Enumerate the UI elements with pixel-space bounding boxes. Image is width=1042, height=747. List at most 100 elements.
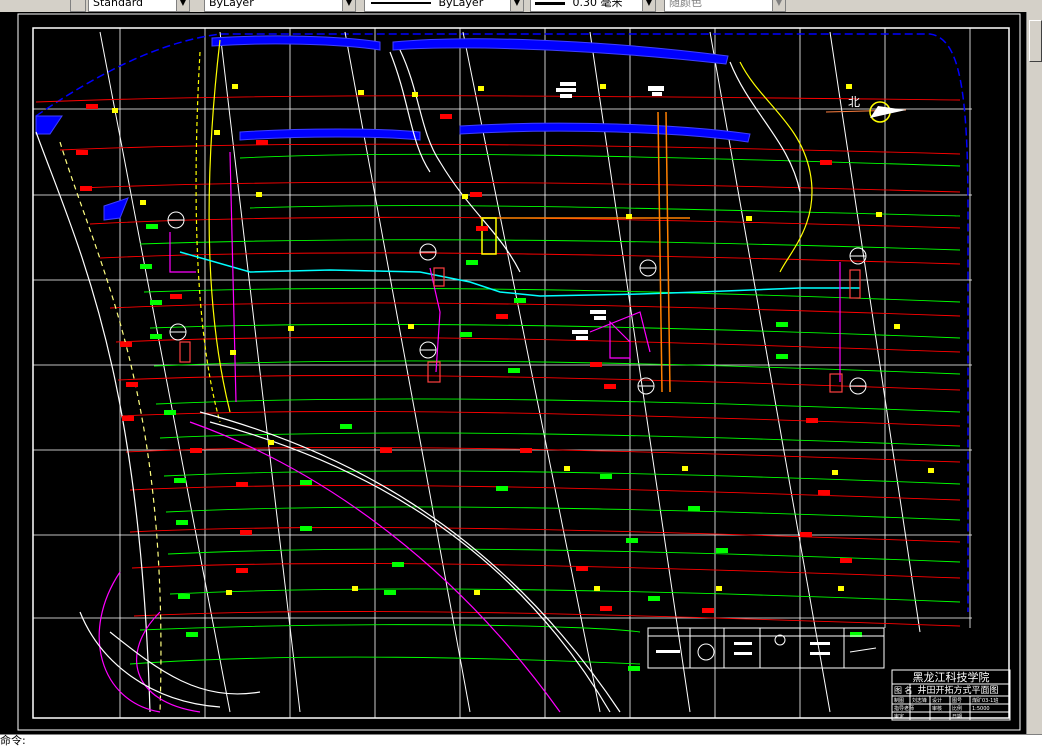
contour-label-marker <box>600 474 612 479</box>
contour-label-marker <box>600 84 606 89</box>
lineweight-dropdown[interactable]: 0.30 毫米 ▼ <box>530 0 656 12</box>
contour-label-marker <box>478 86 484 91</box>
contour-label-marker <box>86 104 98 109</box>
contour-label-marker <box>626 538 638 543</box>
chevron-down-icon: ▼ <box>772 0 785 11</box>
linetype-swatch <box>371 2 431 4</box>
contour-label-marker <box>716 586 722 591</box>
contour-label-marker <box>408 324 414 329</box>
contour-label-marker <box>838 586 844 591</box>
tb-r2c1: 指导老师 <box>894 705 914 712</box>
legend-blocks <box>556 82 664 340</box>
contour-label-marker <box>800 532 812 537</box>
contour-label-marker <box>186 632 198 637</box>
school-name: 黑龙江科技学院 <box>913 670 990 684</box>
contour-label-marker <box>840 558 852 563</box>
contour-label-marker <box>384 590 396 595</box>
contour-label-marker <box>626 214 632 219</box>
contour-label-marker <box>820 160 832 165</box>
linetype-dropdown[interactable]: ByLayer ▼ <box>364 0 524 12</box>
lineweight-value: 0.30 毫米 <box>572 0 623 9</box>
text-style-dropdown[interactable]: Standard ▼ <box>88 0 190 12</box>
tb-r3c4: 日期 <box>952 714 962 720</box>
scrollbar-thumb[interactable] <box>1029 20 1042 62</box>
command-line[interactable]: 命令: <box>0 734 1042 747</box>
contour-label-marker <box>112 108 118 113</box>
shaft-roadways <box>480 111 690 393</box>
contour-label-marker <box>876 212 882 217</box>
contour-label-marker <box>514 298 526 303</box>
plot-style-dropdown[interactable]: 随颜色 ▼ <box>664 0 786 12</box>
contour-label-marker <box>746 216 752 221</box>
layer-dropdown[interactable]: ByLayer ▼ <box>204 0 356 12</box>
contour-label-marker <box>688 506 700 511</box>
contour-label-marker <box>818 490 830 495</box>
contour-label-marker <box>832 470 838 475</box>
contour-label-marker <box>174 478 186 483</box>
contour-label-marker <box>648 596 660 601</box>
tb-r3c1: 审定 <box>894 713 904 720</box>
contour-label-marker <box>150 300 162 305</box>
tb-r1c4: 图号 <box>952 698 962 704</box>
contour-label-marker <box>564 466 570 471</box>
contour-label-marker <box>604 384 616 389</box>
contour-label-marker <box>776 322 788 327</box>
legend-table <box>647 627 885 669</box>
contour-label-marker <box>806 418 818 423</box>
contour-label-marker <box>380 448 392 453</box>
red-workings <box>179 267 861 393</box>
contour-label-marker <box>300 526 312 531</box>
text-style-icon[interactable] <box>70 0 86 12</box>
contour-label-marker <box>474 590 480 595</box>
contour-label-marker <box>440 114 452 119</box>
tb-r1c3: 设计 <box>932 697 942 704</box>
red-contours <box>35 95 961 627</box>
contour-label-marker <box>476 226 488 231</box>
cad-drawing: 北 黑龙江科技学院 图 名 井田开拓方式平面图 制图 刘志锋 设计 图号 煤矿0… <box>17 13 1021 731</box>
contour-label-marker <box>140 264 152 269</box>
vertical-scrollbar[interactable] <box>1026 12 1042 734</box>
command-prompt: 命令: <box>0 734 26 747</box>
tb-r2c4: 比例 <box>952 705 962 712</box>
chevron-down-icon: ▼ <box>642 0 655 11</box>
contour-label-marker <box>146 224 158 229</box>
contour-label-marker <box>122 416 134 421</box>
tb-r2c5: 1:5000 <box>972 706 990 712</box>
contour-label-marker <box>178 594 190 599</box>
contour-label-marker <box>170 294 182 299</box>
contour-label-marker <box>716 548 728 553</box>
linetype-value: ByLayer <box>438 0 484 9</box>
contour-label-marker <box>300 480 312 485</box>
contour-label-marker <box>126 382 138 387</box>
contour-label-marker <box>600 606 612 611</box>
contour-label-marker <box>120 342 132 347</box>
contour-label-marker <box>236 482 248 487</box>
contour-label-marker <box>470 192 482 197</box>
tb-r1c2: 刘志锋 <box>912 697 927 704</box>
text-style-value: Standard <box>93 0 144 9</box>
chevron-down-icon: ▼ <box>176 0 189 11</box>
contour-label-marker <box>76 150 88 155</box>
drawing-canvas[interactable]: 北 黑龙江科技学院 图 名 井田开拓方式平面图 制图 刘志锋 设计 图号 煤矿0… <box>0 12 1026 734</box>
layer-value: ByLayer <box>209 0 254 9</box>
contour-label-marker <box>776 354 788 359</box>
contour-label-marker <box>594 586 600 591</box>
mine-boundary <box>35 33 969 612</box>
contour-label-marker <box>230 350 236 355</box>
contour-label-marker <box>226 590 232 595</box>
contour-label-marker <box>240 530 252 535</box>
chevron-down-icon: ▼ <box>510 0 523 11</box>
contour-label-marker <box>140 200 146 205</box>
tb-r1c5: 煤矿03-1班 <box>972 697 998 704</box>
contour-label-marker <box>520 448 532 453</box>
drawing-name: 井田开拓方式平面图 <box>917 684 998 696</box>
contour-label-marker <box>682 466 688 471</box>
tb-r2c3: 审核 <box>932 705 942 712</box>
contour-label-marker <box>190 448 202 453</box>
drawing-name-label: 图 名 <box>894 685 913 695</box>
contour-label-marker <box>462 194 468 199</box>
contour-label-marker <box>412 92 418 97</box>
lineweight-swatch <box>535 1 565 5</box>
river-bands <box>35 35 751 221</box>
contour-label-marker <box>466 260 478 265</box>
